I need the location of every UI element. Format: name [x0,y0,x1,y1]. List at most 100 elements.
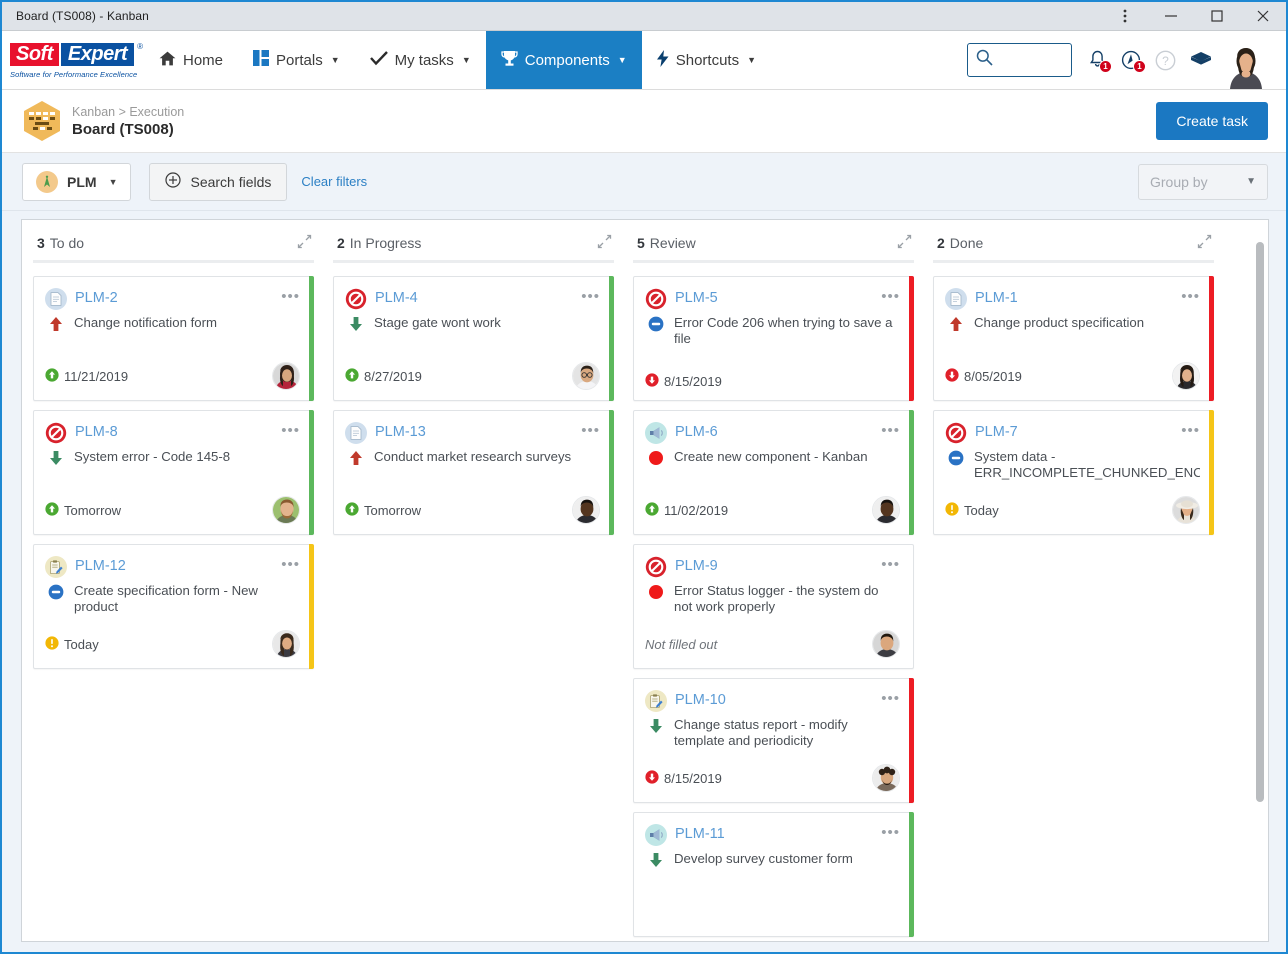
minus-blue-icon [47,582,65,600]
card-assignee-avatar[interactable] [572,496,600,524]
card-options-menu-icon[interactable]: ••• [1181,422,1200,438]
notifications-bell-icon[interactable]: 1 [1088,50,1112,73]
page-header: Kanban > Execution Board (TS008) Create … [2,90,1286,153]
card-footer: 8/05/2019 [945,354,1200,390]
minus-blue-icon [947,448,965,466]
collapse-column-icon[interactable] [897,234,912,252]
arrow-down-green-icon [47,448,65,466]
user-avatar[interactable] [1226,45,1266,89]
collapse-column-icon[interactable] [1197,234,1212,252]
card-id-link[interactable]: PLM-2 [75,288,118,306]
card-assignee-avatar[interactable] [272,496,300,524]
project-selector-label: PLM [67,173,97,190]
card-assignee-avatar[interactable] [1172,496,1200,524]
card-options-menu-icon[interactable]: ••• [281,556,300,572]
card-options-menu-icon[interactable]: ••• [281,422,300,438]
kanban-card[interactable]: PLM-13 ••• Conduct market research surveys… [333,410,614,535]
window-menu-button[interactable] [1102,2,1148,30]
card-title: System error - Code 145-8 [74,449,231,464]
card-assignee-avatar[interactable] [872,630,900,658]
nav-item-components[interactable]: Components ▼ [485,31,642,89]
card-id-link[interactable]: PLM-5 [675,288,718,306]
kanban-card[interactable]: PLM-11 ••• Develop survey customer form [633,812,914,937]
global-search-box[interactable] [967,43,1072,77]
search-input[interactable] [993,52,1071,68]
card-assignee-avatar[interactable] [572,362,600,390]
card-id-link[interactable]: PLM-11 [675,824,725,842]
nav-item-home[interactable]: Home [144,31,238,89]
card-assignee-avatar[interactable] [872,764,900,792]
card-id-link[interactable]: PLM-7 [975,422,1018,440]
kanban-card[interactable]: PLM-9 ••• Error Status logger - the system… [633,544,914,669]
kanban-card[interactable]: PLM-5 ••• Error Code 206 when trying to sa… [633,276,914,401]
card-assignee-avatar[interactable] [1172,362,1200,390]
card-options-menu-icon[interactable]: ••• [1181,288,1200,304]
card-title: Conduct market research surveys [374,449,572,464]
card-id-link[interactable]: PLM-10 [675,690,726,708]
card-due-date: Today [45,635,99,653]
card-assignee-avatar[interactable] [872,496,900,524]
card-id-link[interactable]: PLM-9 [675,556,718,574]
project-selector-button[interactable]: PLM ▼ [22,162,132,201]
card-footer: 8/27/2019 [345,354,600,390]
close-button[interactable] [1240,2,1286,30]
card-id-link[interactable]: PLM-12 [75,556,126,574]
card-id-link[interactable]: PLM-13 [375,422,426,440]
document-icon [45,288,67,310]
document-icon [945,288,967,310]
kanban-card[interactable]: PLM-10 ••• Change status report - modify t… [633,678,914,803]
kanban-card[interactable]: PLM-7 ••• System data - ERR_INCOMPLETE_CHU… [933,410,1214,535]
nav-item-my-tasks[interactable]: My tasks ▼ [355,31,486,89]
card-options-menu-icon[interactable]: ••• [881,690,900,706]
kanban-card[interactable]: PLM-2 ••• Change notification form 11/21/20… [33,276,314,401]
chevron-down-icon: ▼ [108,176,118,187]
card-header: PLM-12 ••• [45,556,300,578]
due-status-icon [645,501,659,519]
card-options-menu-icon[interactable]: ••• [881,288,900,304]
academy-icon[interactable] [1190,51,1212,69]
nav-item-portals[interactable]: Portals ▼ [238,31,355,89]
card-header: PLM-10 ••• [645,690,900,712]
kanban-card[interactable]: PLM-6 ••• Create new component - Kanban 11/… [633,410,914,535]
arrow-up-red-icon [47,314,65,332]
card-options-menu-icon[interactable]: ••• [881,556,900,572]
clear-filters-link[interactable]: Clear filters [301,174,367,189]
nav-item-shortcuts[interactable]: Shortcuts ▼ [642,31,771,89]
create-task-button[interactable]: Create task [1156,102,1268,140]
maximize-button[interactable] [1194,2,1240,30]
card-assignee-avatar[interactable] [272,630,300,658]
card-status-accent [609,276,614,401]
group-by-dropdown[interactable]: Group by ▼ [1138,163,1268,200]
card-id-link[interactable]: PLM-8 [75,422,118,440]
breadcrumb[interactable]: Kanban > Execution [72,105,184,119]
card-title-row: System data - ERR_INCOMPLETE_CHUNKED_ENC… [945,448,1200,480]
card-options-menu-icon[interactable]: ••• [881,422,900,438]
card-assignee-avatar[interactable] [272,362,300,390]
kanban-card[interactable]: PLM-8 ••• System error - Code 145-8 Tomorro… [33,410,314,535]
search-icon [976,49,993,71]
card-id-link[interactable]: PLM-1 [975,288,1018,306]
alerts-clock-icon[interactable]: 1 [1121,50,1146,73]
search-fields-button[interactable]: Search fields [149,162,288,201]
card-options-menu-icon[interactable]: ••• [881,824,900,840]
kanban-card[interactable]: PLM-4 ••• Stage gate wont work 8/27/2019 [333,276,614,401]
card-id-link[interactable]: PLM-6 [675,422,718,440]
card-due-date: 8/05/2019 [945,367,1022,385]
softexpert-logo[interactable]: Soft Expert ® Software for Performance E… [2,31,144,89]
card-title-row: System error - Code 145-8 [45,448,300,466]
board-scrollbar-thumb[interactable] [1256,242,1264,802]
card-options-menu-icon[interactable]: ••• [581,288,600,304]
card-title: Develop survey customer form [674,851,853,866]
board-scrollbar[interactable] [1256,232,1264,872]
card-due-label: 8/05/2019 [964,368,1022,384]
collapse-column-icon[interactable] [297,234,312,252]
notifications-badge: 1 [1099,60,1112,73]
card-options-menu-icon[interactable]: ••• [281,288,300,304]
minimize-button[interactable] [1148,2,1194,30]
collapse-column-icon[interactable] [597,234,612,252]
card-options-menu-icon[interactable]: ••• [581,422,600,438]
help-icon[interactable]: ? [1155,50,1176,71]
card-id-link[interactable]: PLM-4 [375,288,418,306]
kanban-card[interactable]: PLM-12 ••• Create specification form - New… [33,544,314,669]
kanban-card[interactable]: PLM-1 ••• Change product specification 8/05… [933,276,1214,401]
